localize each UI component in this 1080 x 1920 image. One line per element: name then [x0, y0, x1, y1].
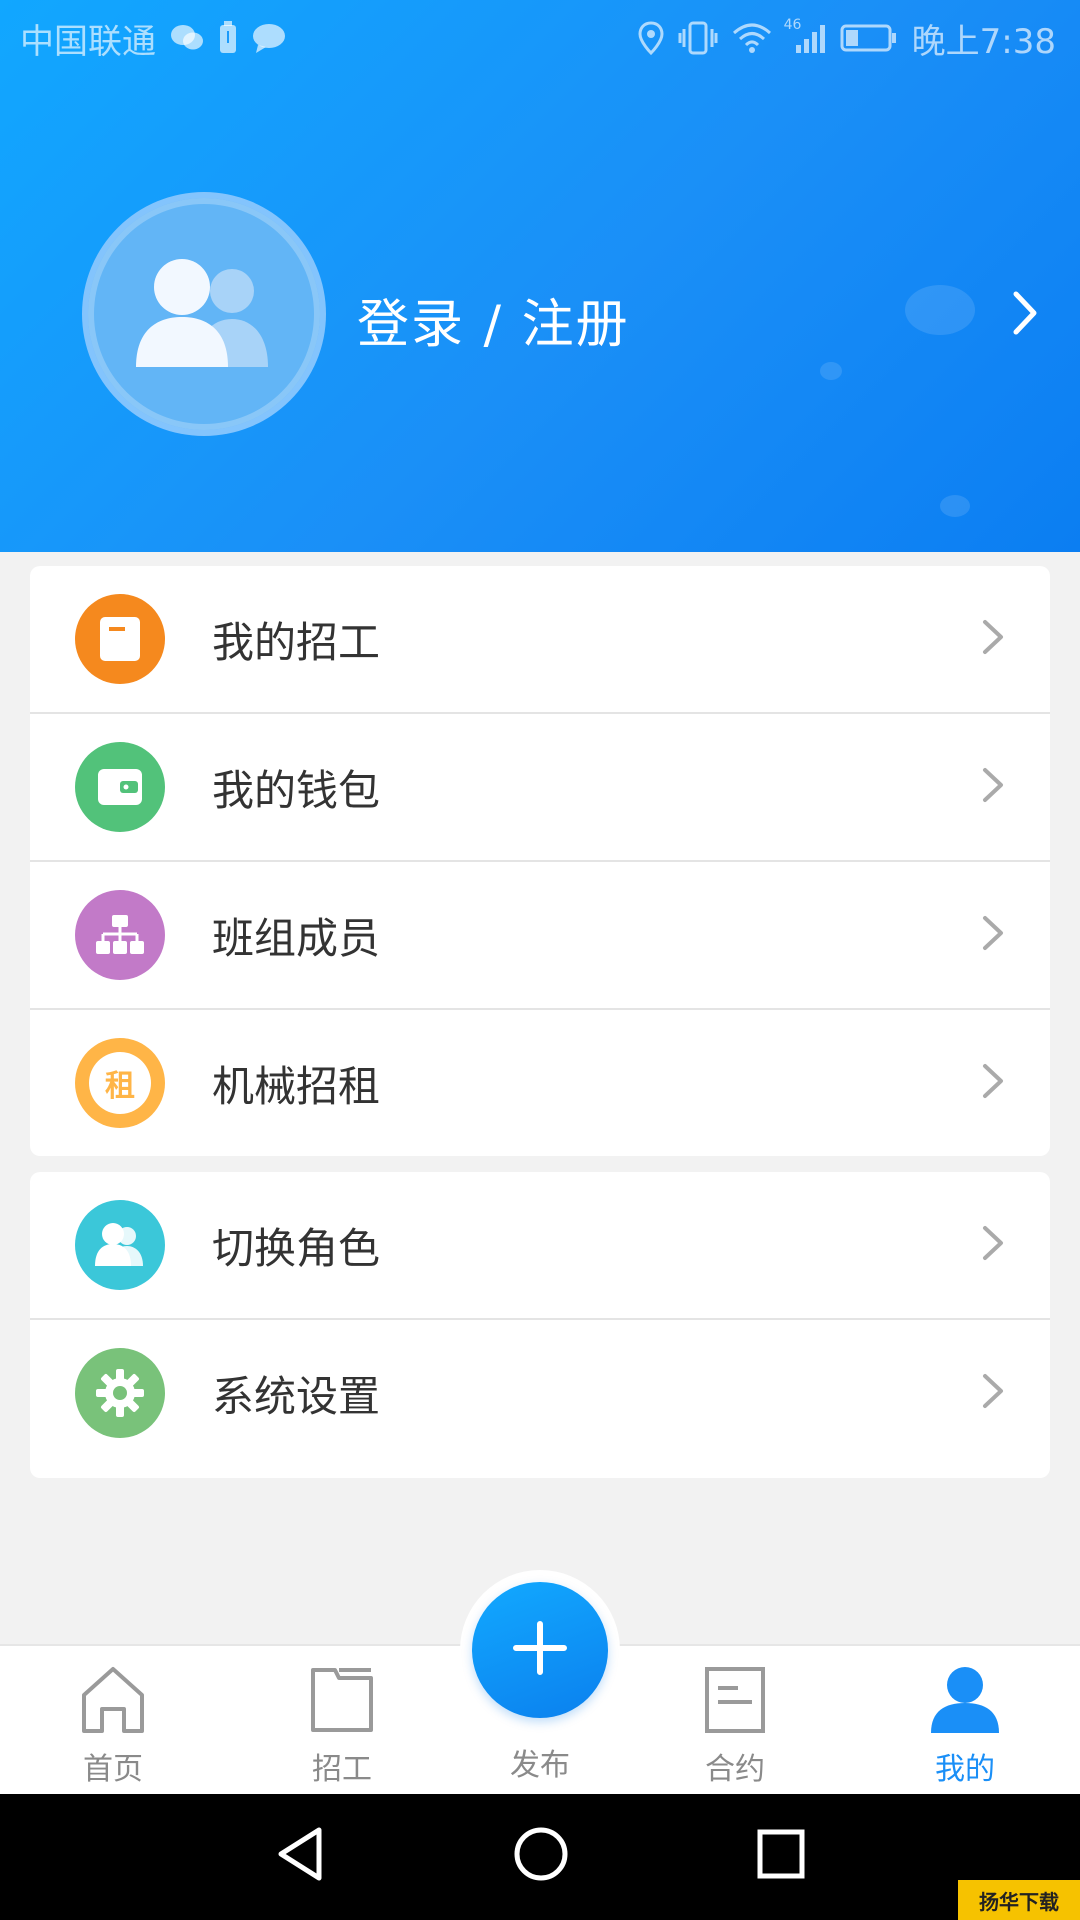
wechat-icon	[170, 23, 204, 53]
menu-card-secondary: 切换角色 系统设置	[30, 1172, 1050, 1478]
chevron-right-icon	[981, 914, 1005, 956]
publish-button[interactable]	[472, 1582, 608, 1718]
gear-icon	[75, 1348, 165, 1438]
back-icon[interactable]	[275, 1824, 325, 1888]
plus-icon	[512, 1620, 568, 1680]
menu-item-label: 我的钱包	[212, 765, 381, 815]
battery-icon	[840, 23, 898, 53]
profile-header: 中国联通 46 晚上7:38 登录 / 注册	[0, 0, 1080, 552]
carrier-label: 中国联通	[20, 21, 156, 62]
tab-home[interactable]: 首页	[13, 1646, 213, 1796]
avatar[interactable]	[82, 192, 326, 436]
switch-role-icon	[75, 1200, 165, 1290]
menu-item-label: 我的招工	[212, 617, 381, 667]
tab-label: 首页	[83, 1752, 143, 1787]
vibrate-icon	[678, 21, 718, 55]
battery-saver-icon	[218, 21, 238, 55]
users-icon	[124, 247, 284, 381]
chevron-right-icon[interactable]	[1010, 290, 1040, 340]
menu-item-label: 班组成员	[212, 913, 381, 963]
contract-icon	[704, 1660, 766, 1740]
rent-icon: 租	[75, 1038, 165, 1128]
recents-icon[interactable]	[756, 1824, 806, 1888]
message-icon	[252, 23, 286, 53]
clock-label: 晚上7:38	[911, 21, 1056, 62]
menu-item-label: 切换角色	[212, 1223, 381, 1273]
watermark: 扬华下载	[958, 1880, 1080, 1920]
wallet-icon	[75, 742, 165, 832]
chevron-right-icon	[981, 618, 1005, 660]
system-navigation-bar: 扬华下载	[0, 1794, 1080, 1920]
folder-icon	[309, 1660, 375, 1740]
menu-item-machinery-rental[interactable]: 租 机械招租	[30, 1010, 1050, 1156]
chevron-right-icon	[981, 1372, 1005, 1414]
chevron-right-icon	[981, 1062, 1005, 1104]
menu-item-my-recruitment[interactable]: 我的招工	[30, 566, 1050, 714]
chevron-right-icon	[981, 766, 1005, 808]
menu-card-primary: 我的招工 我的钱包 班组成员 租 机械招租	[30, 566, 1050, 1156]
menu-item-team-members[interactable]: 班组成员	[30, 862, 1050, 1010]
rent-glyph: 租	[89, 1052, 151, 1114]
status-bar: 中国联通 46 晚上7:38	[0, 0, 1080, 76]
document-icon	[75, 594, 165, 684]
network-type-label: 46	[783, 17, 802, 33]
menu-item-my-wallet[interactable]: 我的钱包	[30, 714, 1050, 862]
menu-item-label: 系统设置	[212, 1371, 381, 1421]
menu-item-system-settings[interactable]: 系统设置	[30, 1320, 1050, 1466]
signal-icon: 46	[784, 17, 826, 55]
login-register-link[interactable]: 登录 / 注册	[357, 282, 630, 357]
wifi-icon	[732, 21, 772, 55]
publish-label: 发布	[510, 1748, 570, 1783]
org-chart-icon	[75, 890, 165, 980]
chevron-right-icon	[981, 1224, 1005, 1266]
user-icon	[929, 1660, 1001, 1740]
home-circle-icon[interactable]	[513, 1824, 569, 1888]
tab-label: 招工	[312, 1752, 372, 1787]
location-icon	[638, 21, 664, 55]
tab-label: 我的	[935, 1752, 995, 1787]
home-icon	[79, 1660, 147, 1740]
tab-mine[interactable]: 我的	[865, 1646, 1065, 1796]
menu-item-switch-role[interactable]: 切换角色	[30, 1172, 1050, 1320]
tab-contract[interactable]: 合约	[635, 1646, 835, 1796]
menu-item-label: 机械招租	[212, 1061, 381, 1111]
tab-label: 合约	[705, 1752, 765, 1787]
tab-recruitment[interactable]: 招工	[242, 1646, 442, 1796]
